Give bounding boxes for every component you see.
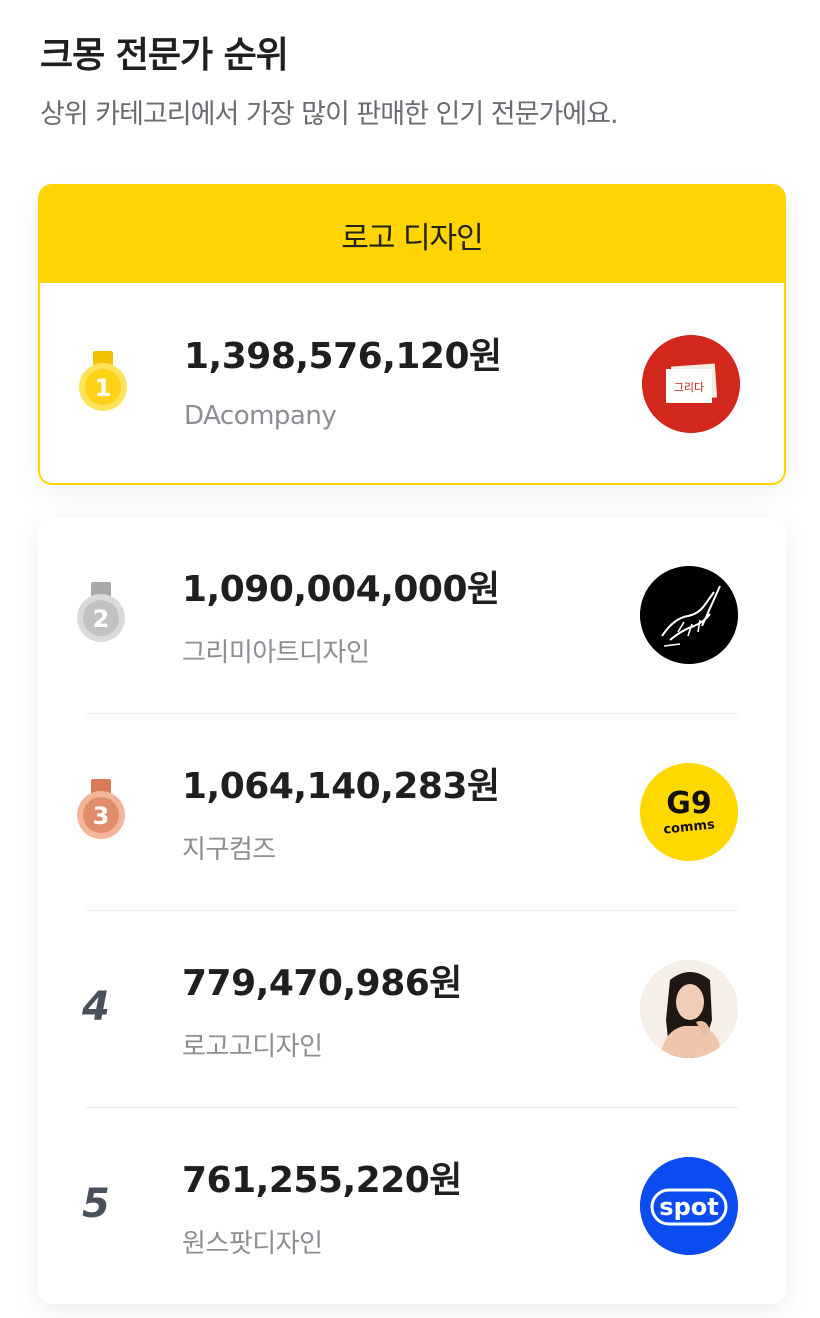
ranking-list: 2 1,090,004,000원 그리미아트디자인 3 1,064,140,28… <box>38 518 786 1304</box>
ranking-row-4[interactable]: 4 779,470,986원 로고고디자인 <box>38 912 786 1108</box>
top-expert-card[interactable]: 로고 디자인 1 1,398,576,120원 DAcompany 그리다 <box>38 184 786 485</box>
sales-amount: 1,398,576,120원 <box>184 336 502 377</box>
svg-text:1: 1 <box>95 374 112 402</box>
spot-logo-icon[interactable]: spot <box>640 1157 738 1255</box>
svg-text:G9: G9 <box>666 786 712 821</box>
sales-amount: 779,470,986원 <box>182 963 462 1004</box>
svg-text:2: 2 <box>93 605 110 633</box>
hand-drawing-logo-icon[interactable] <box>640 566 738 664</box>
page-subtitle: 상위 카테고리에서 가장 많이 판매한 인기 전문가에요. <box>40 99 619 130</box>
rank-number: 4 <box>82 984 110 1030</box>
expert-name: 원스팟디자인 <box>182 1229 323 1259</box>
row-divider <box>86 713 738 714</box>
expert-name: 지구컴즈 <box>182 835 276 865</box>
category-label: 로고 디자인 <box>341 220 484 256</box>
expert-name: 로고고디자인 <box>182 1032 323 1062</box>
page-title: 크몽 전문가 순위 <box>40 35 289 76</box>
ranking-row-1[interactable]: 1 1,398,576,120원 DAcompany 그리다 <box>40 283 784 483</box>
rank-number: 5 <box>82 1181 110 1227</box>
silver-medal-icon: 2 <box>77 582 125 642</box>
g9-comms-logo-icon[interactable]: G9 comms <box>640 763 738 861</box>
sales-amount: 1,064,140,283원 <box>182 766 500 807</box>
expert-name: 그리미아트디자인 <box>182 638 370 668</box>
gurida-logo-icon[interactable]: 그리다 <box>642 335 740 433</box>
sales-amount: 1,090,004,000원 <box>182 569 500 610</box>
expert-name: DAcompany <box>184 401 337 431</box>
profile-photo-icon[interactable] <box>640 960 738 1058</box>
svg-text:spot: spot <box>659 1193 718 1221</box>
svg-text:3: 3 <box>93 802 110 830</box>
row-divider <box>86 1107 738 1108</box>
ranking-row-2[interactable]: 2 1,090,004,000원 그리미아트디자인 <box>38 518 786 714</box>
gold-medal-icon: 1 <box>79 351 127 411</box>
svg-text:그리다: 그리다 <box>674 381 704 394</box>
row-divider <box>86 910 738 911</box>
bronze-medal-icon: 3 <box>77 779 125 839</box>
ranking-row-3[interactable]: 3 1,064,140,283원 지구컴즈 G9 comms <box>38 715 786 911</box>
ranking-row-5[interactable]: 5 761,255,220원 원스팟디자인 spot <box>38 1109 786 1305</box>
category-header: 로고 디자인 <box>40 186 784 283</box>
sales-amount: 761,255,220원 <box>182 1160 462 1201</box>
